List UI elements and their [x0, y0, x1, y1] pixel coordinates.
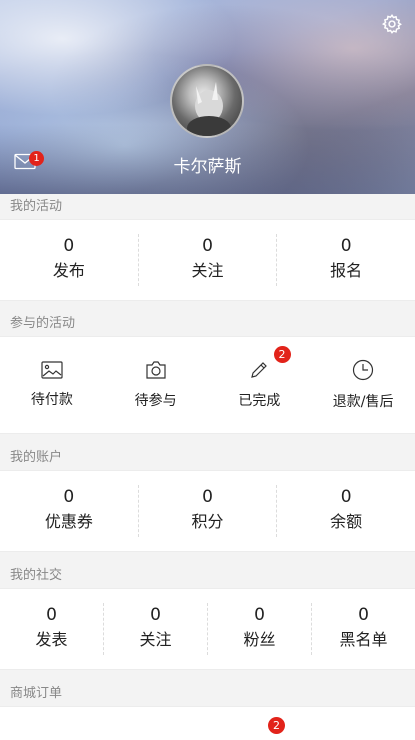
- section-title-my-activity: 我的活动: [0, 194, 415, 219]
- stat-label: 粉丝: [243, 630, 276, 649]
- stat-label: 关注: [139, 630, 172, 649]
- stat-value: 0: [254, 605, 265, 625]
- stat-value: 0: [150, 605, 161, 625]
- stat-value: 0: [202, 236, 213, 256]
- section-title-joined-activity: 参与的活动: [0, 311, 415, 336]
- gear-icon[interactable]: [381, 13, 403, 35]
- stat-blacklist[interactable]: 0 黑名单: [311, 603, 415, 655]
- item-label: 待付款: [30, 392, 73, 408]
- stat-label: 报名: [330, 261, 363, 280]
- shop-orders-badge: 2: [268, 717, 285, 734]
- order-pending-join[interactable]: 待参与: [104, 360, 208, 410]
- section-title-my-social: 我的社交: [0, 563, 415, 588]
- item-label: 已完成: [238, 393, 281, 409]
- item-label: 待参与: [134, 393, 177, 409]
- stat-posts[interactable]: 0 发表: [0, 603, 103, 655]
- stat-label: 积分: [191, 512, 224, 531]
- my-account-stats: 0 优惠券 0 积分 0 余额: [0, 470, 415, 552]
- stat-coupons[interactable]: 0 优惠券: [0, 485, 138, 537]
- stat-label: 发布: [52, 261, 85, 280]
- joined-activity-icons: 待付款 待参与 2 已完成 退款/售后: [0, 336, 415, 434]
- shop-orders-row[interactable]: 2: [0, 706, 415, 740]
- divider: [0, 670, 415, 681]
- camera-icon: [146, 361, 166, 379]
- avatar[interactable]: [170, 64, 244, 138]
- stat-label: 黑名单: [339, 630, 388, 649]
- stat-label: 余额: [330, 512, 363, 531]
- stat-value: 0: [63, 236, 75, 256]
- stat-balance[interactable]: 0 余额: [276, 485, 415, 537]
- divider: [0, 434, 415, 445]
- stat-value: 0: [46, 605, 57, 625]
- stat-label: 发表: [35, 630, 68, 649]
- stat-label: 关注: [191, 261, 224, 280]
- order-pending-payment[interactable]: 待付款: [0, 361, 104, 409]
- username: 卡尔萨斯: [173, 157, 242, 177]
- stat-signups[interactable]: 0 报名: [276, 234, 415, 286]
- my-social-stats: 0 发表 0 关注 0 粉丝 0 黑名单: [0, 588, 415, 670]
- stat-value: 0: [202, 487, 213, 507]
- divider: [0, 301, 415, 311]
- item-label: 退款/售后: [332, 394, 394, 410]
- stat-following[interactable]: 0 关注: [137, 234, 277, 286]
- stat-value: 0: [358, 605, 369, 625]
- stat-points[interactable]: 0 积分: [137, 485, 277, 537]
- stat-published[interactable]: 0 发布: [0, 234, 138, 286]
- order-completed[interactable]: 2 已完成: [208, 346, 312, 410]
- section-title-shop-orders: 商城订单: [0, 681, 415, 706]
- avatar-image: [187, 82, 231, 136]
- completed-badge: 2: [273, 346, 291, 363]
- stat-value: 0: [340, 487, 352, 507]
- stat-social-following[interactable]: 0 关注: [103, 603, 207, 655]
- profile-header: 1 卡尔萨斯: [0, 0, 415, 194]
- pencil-icon: [251, 362, 268, 378]
- clock-icon: [353, 359, 374, 381]
- message-badge: 1: [29, 151, 44, 166]
- stat-value: 0: [340, 236, 352, 256]
- stat-value: 0: [63, 487, 75, 507]
- stat-label: 优惠券: [44, 512, 93, 531]
- my-activity-stats: 0 发布 0 关注 0 报名: [0, 219, 415, 301]
- image-icon: [41, 361, 63, 379]
- divider: [0, 552, 415, 563]
- section-title-my-account: 我的账户: [0, 445, 415, 470]
- stat-followers[interactable]: 0 粉丝: [207, 603, 311, 655]
- order-refund[interactable]: 退款/售后: [311, 359, 415, 411]
